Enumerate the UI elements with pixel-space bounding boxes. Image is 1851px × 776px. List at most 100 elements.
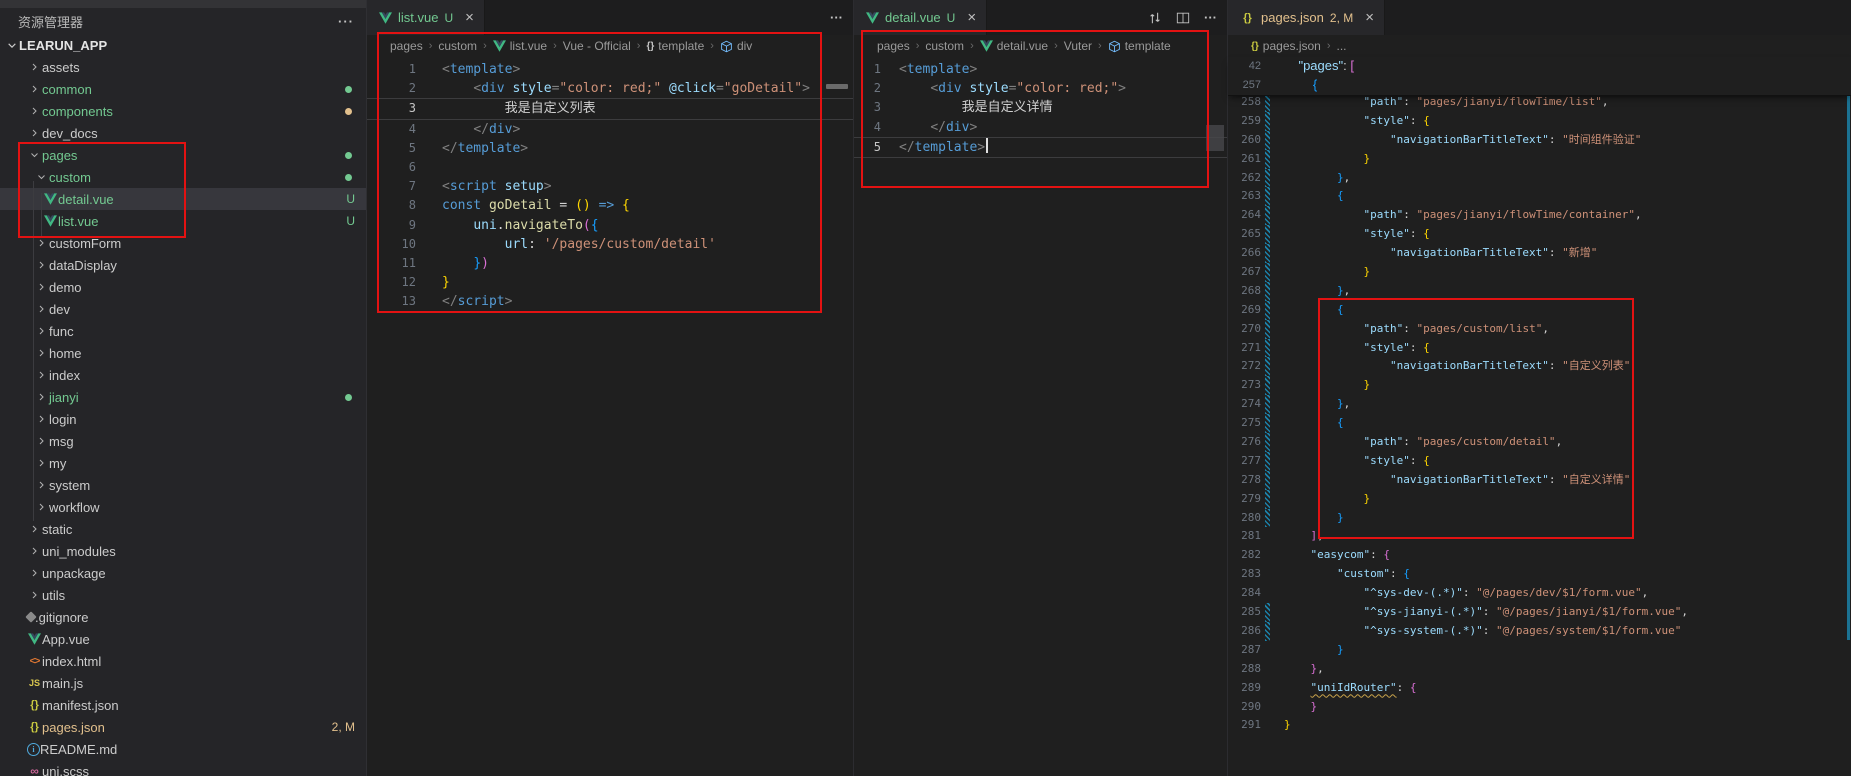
minimap-slider[interactable] (826, 84, 848, 89)
breadcrumb-item[interactable]: Vuter (1064, 39, 1092, 53)
code-line[interactable]: 3 我是自定义详情 (854, 98, 1227, 117)
code-line[interactable]: 4 </div> (854, 118, 1227, 137)
code-line[interactable]: 263 { (1228, 187, 1851, 206)
breadcrumb-item[interactable]: {}template (646, 39, 704, 53)
diff-icon[interactable] (1148, 11, 1162, 25)
close-icon[interactable]: × (1365, 9, 1374, 26)
tree-item-demo[interactable]: demo (0, 276, 366, 298)
code-line[interactable]: 9 uni.navigateTo({ (367, 216, 853, 235)
breadcrumb-item[interactable]: list.vue (493, 39, 547, 53)
tree-item-assets[interactable]: assets (0, 56, 366, 78)
tree-item-msg[interactable]: msg (0, 430, 366, 452)
breadcrumb-item[interactable]: {}pages.json (1251, 39, 1321, 53)
code-line[interactable]: 5</template> (854, 137, 1227, 158)
code-line[interactable]: 279 } (1228, 490, 1851, 509)
code-line[interactable]: 13</script> (367, 292, 853, 311)
tree-item-components[interactable]: components (0, 100, 366, 122)
tree-item-customForm[interactable]: customForm (0, 232, 366, 254)
tree-item-func[interactable]: func (0, 320, 366, 342)
code-line[interactable]: 290 } (1228, 698, 1851, 717)
tree-item-jianyi[interactable]: jianyi (0, 386, 366, 408)
more-actions-icon[interactable]: ··· (830, 10, 843, 25)
code-line[interactable]: 268 }, (1228, 282, 1851, 301)
code-line[interactable]: 274 }, (1228, 395, 1851, 414)
tree-item-custom[interactable]: custom (0, 166, 366, 188)
code-line[interactable]: 291} (1228, 716, 1851, 735)
code-line[interactable]: 280 } (1228, 509, 1851, 528)
code-line[interactable]: 277 "style": { (1228, 452, 1851, 471)
tree-item-App-vue[interactable]: App.vue (0, 628, 366, 650)
code-line[interactable]: 276 "path": "pages/custom/detail", (1228, 433, 1851, 452)
minimap-slider[interactable] (1206, 125, 1224, 151)
code-line[interactable]: 2 <div style="color: red;"> (854, 79, 1227, 98)
tree-item-unpackage[interactable]: unpackage (0, 562, 366, 584)
tree-item-index-html[interactable]: <>index.html (0, 650, 366, 672)
tree-item-detail-vue[interactable]: detail.vueU (0, 188, 366, 210)
code-line[interactable]: 2 <div style="color: red;" @click="goDet… (367, 79, 853, 98)
code-line[interactable]: 282 "easycom": { (1228, 546, 1851, 565)
code-line[interactable]: 8const goDetail = () => { (367, 196, 853, 215)
tree-item-README-md[interactable]: iREADME.md (0, 738, 366, 760)
tree-item-dev[interactable]: dev (0, 298, 366, 320)
code-line[interactable]: 287 } (1228, 641, 1851, 660)
tree-item-pages[interactable]: pages (0, 144, 366, 166)
code-line[interactable]: 285 "^sys-jianyi-(.*)": "@/pages/jianyi/… (1228, 603, 1851, 622)
tree-item-static[interactable]: static (0, 518, 366, 540)
more-actions-icon[interactable]: ··· (1204, 10, 1217, 25)
explorer-more-icon[interactable]: ··· (338, 14, 354, 29)
code-editor-pages-json[interactable]: 258 "path": "pages/jianyi/flowTime/list"… (1228, 57, 1851, 735)
code-line[interactable]: 1<template> (367, 60, 853, 79)
code-line[interactable]: 270 "path": "pages/custom/list", (1228, 320, 1851, 339)
close-icon[interactable]: × (967, 9, 976, 26)
tree-item--gitignore[interactable]: .gitignore (0, 606, 366, 628)
code-line[interactable]: 261 } (1228, 150, 1851, 169)
tree-item-list-vue[interactable]: list.vueU (0, 210, 366, 232)
code-line[interactable]: 259 "style": { (1228, 112, 1851, 131)
code-line[interactable]: 284 "^sys-dev-(.*)": "@/pages/dev/$1/for… (1228, 584, 1851, 603)
code-line[interactable]: 271 "style": { (1228, 339, 1851, 358)
breadcrumb-item[interactable]: pages (390, 39, 423, 53)
code-line[interactable]: 272 "navigationBarTitleText": "自定义列表" (1228, 357, 1851, 376)
breadcrumb-item[interactable]: pages (877, 39, 910, 53)
code-line[interactable]: 281 ], (1228, 527, 1851, 546)
code-line[interactable]: 3 我是自定义列表 (367, 98, 853, 119)
code-line[interactable]: 12} (367, 273, 853, 292)
code-line[interactable]: 4 </div> (367, 120, 853, 139)
code-line[interactable]: 257 { (1228, 76, 1851, 95)
code-line[interactable]: 278 "navigationBarTitleText": "自定义详情" (1228, 471, 1851, 490)
tree-item-login[interactable]: login (0, 408, 366, 430)
tab-detail-vue[interactable]: detail.vueU× (854, 0, 987, 35)
code-line[interactable]: 262 }, (1228, 169, 1851, 188)
breadcrumb-item[interactable]: custom (438, 39, 477, 53)
code-line[interactable]: 275 { (1228, 414, 1851, 433)
code-editor-detail-vue[interactable]: 1<template>2 <div style="color: red;">3 … (854, 57, 1227, 158)
code-line[interactable]: 267 } (1228, 263, 1851, 282)
code-line[interactable]: 273 } (1228, 376, 1851, 395)
tree-item-manifest-json[interactable]: {}manifest.json (0, 694, 366, 716)
tree-item-home[interactable]: home (0, 342, 366, 364)
code-line[interactable]: 283 "custom": { (1228, 565, 1851, 584)
code-line[interactable]: 5</template> (367, 139, 853, 158)
tree-item-uni-modules[interactable]: uni_modules (0, 540, 366, 562)
sticky-scroll[interactable]: 42 "pages": [257 { (1228, 57, 1851, 96)
code-line[interactable]: 11 }) (367, 254, 853, 273)
breadcrumb-item[interactable]: ... (1337, 39, 1347, 53)
close-icon[interactable]: × (465, 9, 474, 26)
tree-item-uni-scss[interactable]: ∞uni.scss (0, 760, 366, 776)
tree-item-utils[interactable]: utils (0, 584, 366, 606)
code-line[interactable]: 7<script setup> (367, 177, 853, 196)
tree-item-dev-docs[interactable]: dev_docs (0, 122, 366, 144)
code-line[interactable]: 286 "^sys-system-(.*)": "@/pages/system/… (1228, 622, 1851, 641)
breadcrumb-item[interactable]: Vue - Official (563, 39, 631, 53)
code-line[interactable]: 6 (367, 158, 853, 177)
code-line[interactable]: 42 "pages": [ (1228, 57, 1851, 76)
breadcrumb-item[interactable]: custom (925, 39, 964, 53)
code-line[interactable]: 258 "path": "pages/jianyi/flowTime/list"… (1228, 93, 1851, 112)
tree-item-main-js[interactable]: JSmain.js (0, 672, 366, 694)
tree-item-index[interactable]: index (0, 364, 366, 386)
code-line[interactable]: 1<template> (854, 60, 1227, 79)
code-line[interactable]: 269 { (1228, 301, 1851, 320)
split-icon[interactable] (1176, 11, 1190, 25)
code-editor-list-vue[interactable]: 1<template>2 <div style="color: red;" @c… (367, 57, 853, 311)
tree-item-system[interactable]: system (0, 474, 366, 496)
